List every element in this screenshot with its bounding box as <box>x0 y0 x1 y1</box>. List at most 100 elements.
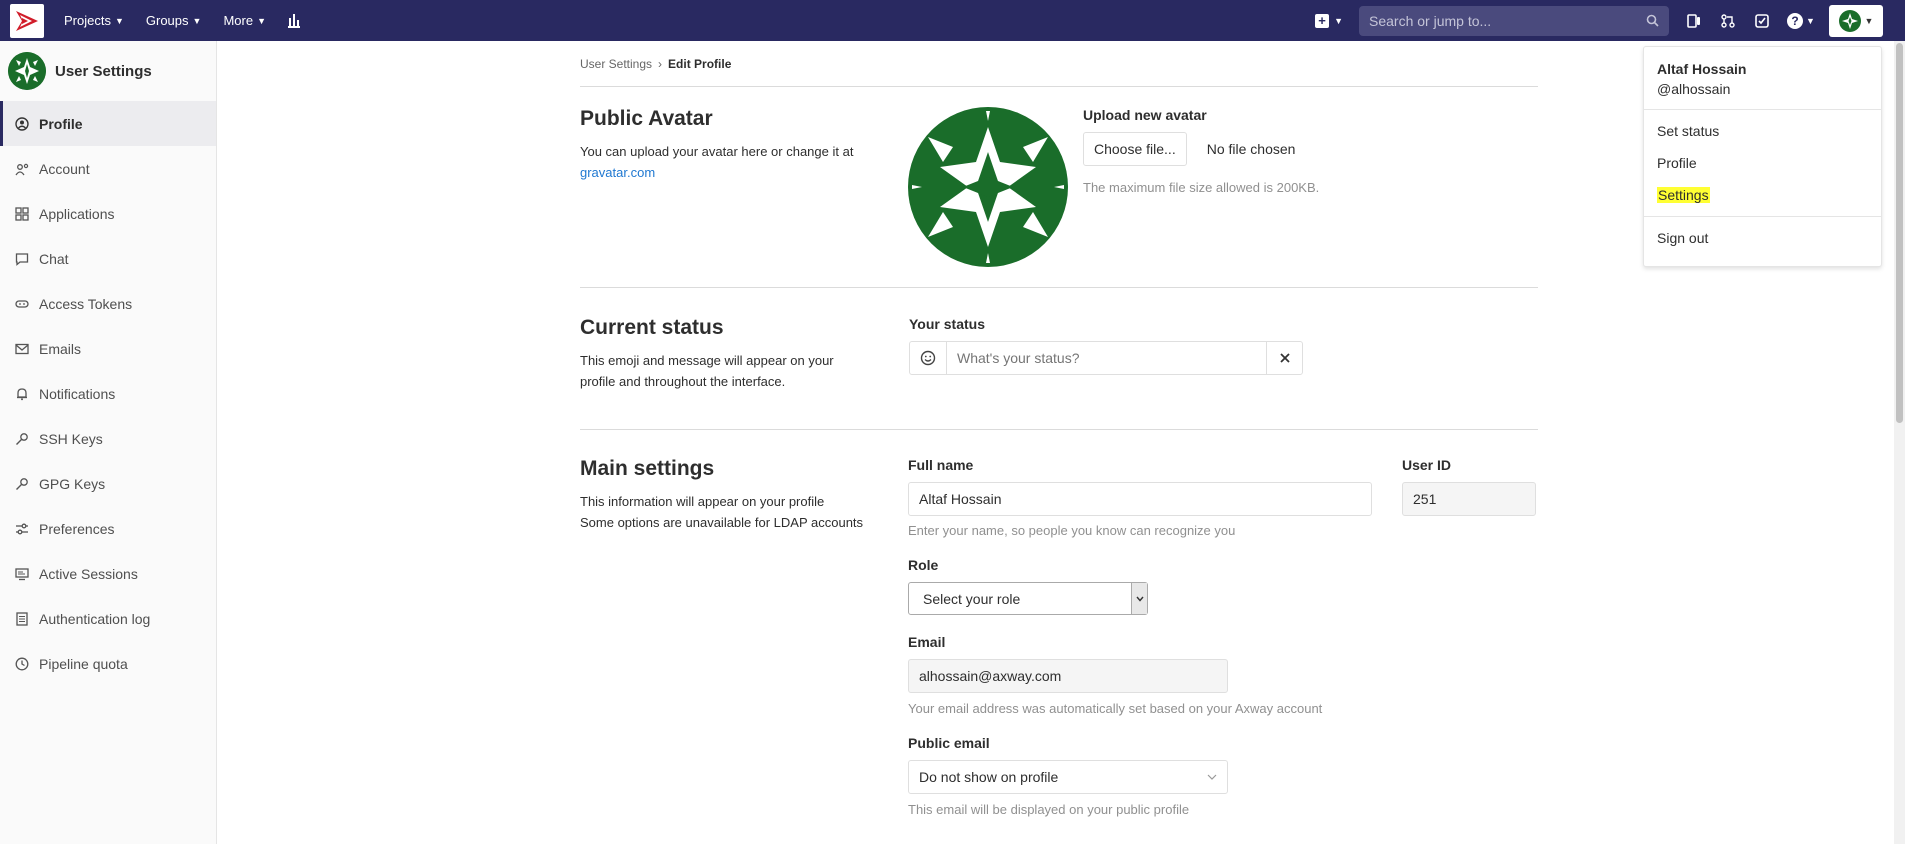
emoji-button[interactable] <box>910 342 947 374</box>
sidebar-item-access-tokens[interactable]: Access Tokens <box>0 281 216 326</box>
avatar <box>8 52 46 90</box>
settings-sidebar: User Settings Profile Account Applicatio… <box>0 41 217 844</box>
sidebar-item-label: Notifications <box>39 385 116 402</box>
dropdown-menu-group: Set status Profile Settings <box>1644 110 1881 217</box>
section-title: Public Avatar <box>580 107 713 130</box>
section-description: You can upload your avatar here or chang… <box>580 141 908 183</box>
nav-groups-label: Groups <box>145 13 189 28</box>
sidebar-item-label: Authentication log <box>39 610 151 627</box>
dropdown-signout-group: Sign out <box>1644 217 1881 259</box>
sidebar-item-pipeline-quota[interactable]: Pipeline quota <box>0 641 216 686</box>
help-button[interactable]: ? ▼ <box>1785 10 1817 32</box>
merge-requests-button[interactable] <box>1717 10 1739 32</box>
sidebar-item-label: Active Sessions <box>39 565 138 582</box>
key-icon <box>14 431 29 446</box>
dropdown-user-handle: @alhossain <box>1657 81 1731 97</box>
sidebar-title: User Settings <box>55 62 152 80</box>
sidebar-item-ssh-keys[interactable]: SSH Keys <box>0 416 216 461</box>
full-name-input[interactable]: Altaf Hossain <box>908 482 1372 516</box>
your-status-label: Your status <box>909 316 985 332</box>
menu-item-settings[interactable]: Settings <box>1644 179 1881 211</box>
search-input[interactable]: Search or jump to... <box>1359 5 1669 36</box>
menu-item-label: Sign out <box>1657 230 1709 246</box>
clock-icon <box>14 656 29 671</box>
sidebar-item-authentication-log[interactable]: Authentication log <box>0 596 216 641</box>
public-email-select[interactable]: Do not show on profile <box>908 760 1228 794</box>
sidebar-header[interactable]: User Settings <box>0 41 216 101</box>
scrollbar-thumb[interactable] <box>1896 43 1903 423</box>
sidebar-item-label: Account <box>39 160 90 177</box>
menu-item-set-status[interactable]: Set status <box>1644 115 1881 147</box>
main-desc-line2: Some options are unavailable for LDAP ac… <box>580 515 864 530</box>
avatar <box>1838 9 1861 32</box>
chat-icon <box>14 251 29 266</box>
user-id-label: User ID <box>1402 457 1452 473</box>
chevron-down-icon <box>1131 583 1147 614</box>
new-dropdown-button[interactable]: + ▼ <box>1315 13 1343 28</box>
section-title: Main settings <box>580 457 715 480</box>
nav-more[interactable]: More ▼ <box>223 13 266 28</box>
user-avatar-button[interactable]: ▼ <box>1829 4 1883 37</box>
dropdown-user-name: Altaf Hossain <box>1657 61 1747 77</box>
status-message-input[interactable] <box>947 342 1266 374</box>
menu-item-profile[interactable]: Profile <box>1644 147 1881 179</box>
sidebar-item-account[interactable]: Account <box>0 146 216 191</box>
gravatar-link[interactable]: gravatar.com <box>580 165 655 180</box>
clear-status-button[interactable] <box>1266 342 1302 374</box>
chevron-down-icon: ▼ <box>1806 15 1815 26</box>
close-icon <box>1279 353 1290 363</box>
sidebar-item-applications[interactable]: Applications <box>0 191 216 236</box>
section-title: Current status <box>580 316 724 339</box>
nav-projects[interactable]: Projects ▼ <box>64 13 124 28</box>
sidebar-item-label: SSH Keys <box>39 430 103 447</box>
sidebar-item-profile[interactable]: Profile <box>0 101 216 146</box>
dropdown-user-info[interactable]: Altaf Hossain @alhossain <box>1644 47 1881 110</box>
todos-button[interactable] <box>1751 10 1773 32</box>
nav-projects-label: Projects <box>64 13 111 28</box>
chevron-down-icon: ▼ <box>257 15 266 26</box>
public-email-help: This email will be displayed on your pub… <box>908 802 1190 817</box>
sidebar-item-label: Preferences <box>39 520 115 537</box>
choose-file-button[interactable]: Choose file... <box>1083 132 1187 166</box>
logo-icon <box>16 10 38 31</box>
monitor-icon <box>14 566 29 581</box>
sidebar-item-gpg-keys[interactable]: GPG Keys <box>0 461 216 506</box>
sidebar-item-label: Chat <box>39 250 69 267</box>
user-dropdown-menu: Altaf Hossain @alhossain Set status Prof… <box>1643 46 1882 267</box>
nav-more-label: More <box>223 13 254 28</box>
sidebar-item-chat[interactable]: Chat <box>0 236 216 281</box>
email-label: Email <box>908 634 946 650</box>
user-id-input[interactable]: 251 <box>1402 482 1536 516</box>
grid-icon <box>14 206 29 221</box>
menu-item-label: Set status <box>1657 123 1720 139</box>
sidebar-item-emails[interactable]: Emails <box>0 326 216 371</box>
plus-icon: + <box>1315 13 1330 28</box>
email-input[interactable]: alhossain@axway.com <box>908 659 1228 693</box>
list-icon <box>14 611 29 626</box>
section-description: This emoji and message will appear on yo… <box>580 353 834 389</box>
sidebar-item-label: GPG Keys <box>39 475 106 492</box>
breadcrumb-user-settings[interactable]: User Settings <box>580 57 652 71</box>
main-settings-section: Main settings This information will appe… <box>580 430 1538 817</box>
main-desc-line1: This information will appear on your pro… <box>580 494 825 509</box>
nav-groups[interactable]: Groups ▼ <box>146 13 202 28</box>
sidebar-item-active-sessions[interactable]: Active Sessions <box>0 551 216 596</box>
activity-chart-button[interactable] <box>288 13 300 28</box>
top-navbar: Projects ▼ Groups ▼ More ▼ + ▼ Search or ju… <box>0 0 1905 41</box>
issues-button[interactable] <box>1683 10 1705 32</box>
chevron-down-icon: ▼ <box>114 15 124 26</box>
issues-icon <box>1687 13 1700 28</box>
role-select[interactable]: Select your role <box>908 582 1148 615</box>
chevron-down-icon: ▼ <box>1864 15 1874 26</box>
breadcrumb: User Settings › Edit Profile <box>580 41 1538 87</box>
upload-avatar-label: Upload new avatar <box>1083 107 1207 123</box>
role-label: Role <box>908 557 939 573</box>
user-circle-icon <box>14 116 29 131</box>
breadcrumb-separator: › <box>658 56 663 71</box>
menu-item-sign-out[interactable]: Sign out <box>1644 222 1881 254</box>
app-logo[interactable] <box>10 3 44 38</box>
sidebar-item-notifications[interactable]: Notifications <box>0 371 216 416</box>
sidebar-item-preferences[interactable]: Preferences <box>0 506 216 551</box>
breadcrumb-current[interactable]: Edit Profile <box>668 57 731 71</box>
main-content: User Settings › Edit Profile Public Avat… <box>580 41 1538 817</box>
